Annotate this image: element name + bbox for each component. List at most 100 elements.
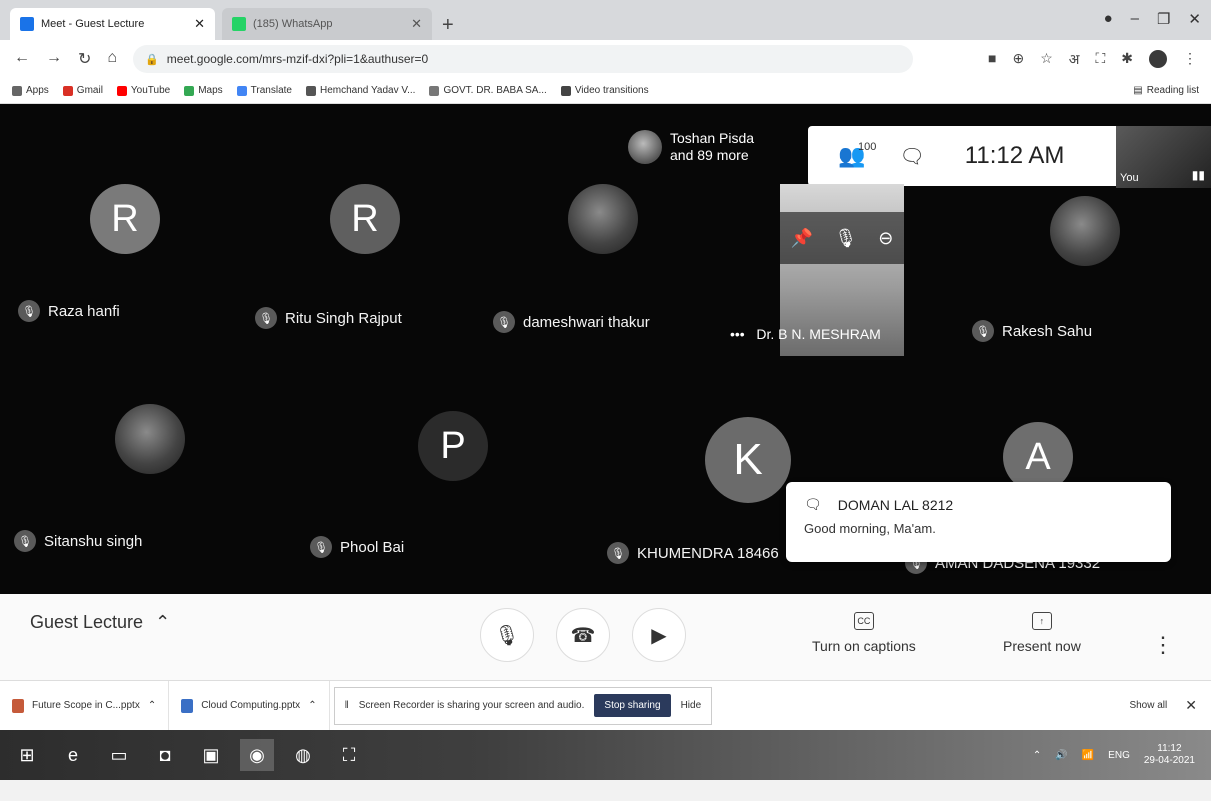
home-icon[interactable]: ⌂ bbox=[107, 49, 117, 69]
bookmark-item[interactable]: Gmail bbox=[62, 85, 103, 96]
new-tab-plus-icon[interactable]: + bbox=[442, 14, 454, 37]
bookmark-item[interactable]: Hemchand Yadav V... bbox=[306, 85, 415, 96]
screen-capture-icon[interactable]: ⛶ bbox=[1095, 50, 1105, 69]
meet-control-bar: Guest Lecture ⌃ 🎙 ☎ ▶ CC Turn on caption… bbox=[0, 594, 1211, 680]
close-download-bar-icon[interactable]: ✕ bbox=[1185, 697, 1197, 714]
screen-recorder-taskbar-icon[interactable]: ⛶ bbox=[332, 739, 366, 771]
captions-button[interactable]: CC Turn on captions bbox=[812, 612, 916, 654]
pin-icon[interactable]: 📌 bbox=[791, 228, 813, 249]
reading-list[interactable]: ▤ Reading list bbox=[1133, 85, 1199, 96]
present-now-button[interactable]: ↑ Present now bbox=[1003, 612, 1081, 654]
bookmark-favicon-icon bbox=[62, 85, 73, 96]
participant-name-label: 🎙 KHUMENDRA 18466 bbox=[607, 542, 779, 564]
zoom-icon[interactable]: ⊕ bbox=[1012, 50, 1024, 69]
extensions-puzzle-icon[interactable]: ✱ bbox=[1121, 50, 1133, 69]
bookmark-item[interactable]: Video transitions bbox=[560, 85, 649, 96]
bookmark-favicon-icon bbox=[116, 85, 127, 96]
participant-avatar bbox=[1050, 196, 1120, 266]
tab-close-icon[interactable]: ✕ bbox=[411, 16, 422, 32]
windows-start-icon[interactable]: ⊞ bbox=[10, 739, 44, 771]
tray-clock[interactable]: 11:12 29-04-2021 bbox=[1144, 743, 1195, 767]
download-item[interactable]: Cloud Computing.pptx ⌃ bbox=[169, 680, 330, 731]
bookmark-star-icon[interactable]: ☆ bbox=[1040, 50, 1053, 69]
bookmark-label: Video transitions bbox=[574, 85, 649, 96]
profile-icon[interactable]: ● bbox=[1104, 10, 1113, 28]
bookmarks-bar: Apps Gmail YouTube Maps Translate Hemchand Ya… bbox=[0, 78, 1211, 104]
recorder-text: Screen Recorder is sharing your screen a… bbox=[358, 700, 585, 711]
translate-icon[interactable]: अ bbox=[1069, 50, 1080, 69]
muted-mic-icon: 🎙 bbox=[310, 536, 332, 558]
camera-indicator-icon[interactable]: ■ bbox=[988, 50, 996, 69]
people-button[interactable]: 👥 100 bbox=[838, 141, 876, 169]
participant-name-label: 🎙 Rakesh Sahu bbox=[972, 320, 1092, 342]
tray-up-arrow-icon[interactable]: ⌃ bbox=[1033, 750, 1041, 761]
pinned-video-tile[interactable]: 📌 🎙 ⊖ ••• Dr. B N. MESHRAM bbox=[730, 184, 904, 356]
back-arrow-icon[interactable]: ← bbox=[14, 49, 30, 69]
participant-name: Rakesh Sahu bbox=[1002, 322, 1093, 340]
self-label: You bbox=[1120, 172, 1139, 184]
volume-icon[interactable]: 🔊 bbox=[1055, 750, 1067, 761]
show-all-area: Show all ✕ bbox=[1129, 697, 1197, 714]
stop-sharing-button[interactable]: Stop sharing bbox=[594, 694, 671, 717]
participant-name: dameshwari thakur bbox=[523, 313, 650, 331]
pptx-file-icon bbox=[181, 698, 194, 713]
hide-button[interactable]: Hide bbox=[681, 700, 702, 711]
present-label: Present now bbox=[1003, 638, 1081, 654]
edge-icon[interactable]: ◍ bbox=[286, 739, 320, 771]
tab-whatsapp[interactable]: (185) WhatsApp ✕ bbox=[222, 8, 432, 40]
self-view-tile[interactable]: You ▮▮ bbox=[1116, 126, 1211, 188]
chevron-up-icon[interactable]: ⌃ bbox=[308, 700, 316, 711]
download-item[interactable]: Future Scope in C...pptx ⌃ bbox=[0, 680, 170, 731]
file-explorer-icon[interactable]: ▭ bbox=[102, 739, 136, 771]
network-icon[interactable]: 📶 bbox=[1082, 750, 1094, 761]
pptx-file-icon bbox=[12, 698, 24, 713]
close-window-icon[interactable]: ✕ bbox=[1188, 10, 1201, 28]
minimize-icon[interactable]: – bbox=[1131, 10, 1139, 28]
tab-close-icon[interactable]: ✕ bbox=[194, 16, 205, 32]
tab-title: (185) WhatsApp bbox=[253, 18, 333, 30]
reading-list-label: Reading list bbox=[1146, 85, 1199, 96]
bookmark-item[interactable]: YouTube bbox=[116, 85, 170, 96]
chevron-up-icon[interactable]: ⌃ bbox=[148, 700, 156, 711]
internet-explorer-icon[interactable]: e bbox=[56, 739, 90, 771]
camera-button[interactable]: ▶ bbox=[632, 608, 686, 662]
forward-arrow-icon[interactable]: → bbox=[46, 49, 62, 69]
leave-call-button[interactable]: ☎ bbox=[556, 608, 610, 662]
bookmark-item[interactable]: Translate bbox=[236, 85, 292, 96]
chat-notification-toast[interactable]: 🗨 DOMAN LAL 8212 Good morning, Ma'am. bbox=[786, 482, 1171, 562]
participant-name-label: 🎙 Phool Bai bbox=[310, 536, 404, 558]
participant-avatar: K bbox=[705, 417, 791, 503]
captions-label: Turn on captions bbox=[812, 638, 916, 654]
more-options-kebab-icon[interactable]: ⋮ bbox=[1152, 632, 1174, 658]
participant-name-label: 🎙 dameshwari thakur bbox=[493, 311, 650, 333]
meeting-details-button[interactable]: Guest Lecture ⌃ bbox=[30, 612, 170, 633]
profile-avatar-icon[interactable] bbox=[1149, 49, 1167, 68]
monitor-app-icon[interactable]: ▣ bbox=[194, 739, 228, 771]
bookmark-item[interactable]: Maps bbox=[184, 85, 223, 96]
mic-icon[interactable]: 🎙 bbox=[834, 228, 857, 249]
reading-list-icon: ▤ bbox=[1133, 85, 1143, 96]
keyboard-language[interactable]: ENG bbox=[1108, 750, 1130, 761]
tab-meet[interactable]: Meet - Guest Lecture ✕ bbox=[10, 8, 215, 40]
video-camera-icon: ▶ bbox=[651, 624, 667, 647]
url-field[interactable]: 🔒 meet.google.com/mrs-mzif-dxi?pli=1&aut… bbox=[133, 45, 914, 73]
show-all-button[interactable]: Show all bbox=[1129, 700, 1167, 711]
reload-icon[interactable]: ↻ bbox=[78, 49, 91, 69]
chrome-taskbar-icon[interactable]: ◉ bbox=[240, 739, 274, 771]
remove-icon[interactable]: ⊖ bbox=[878, 228, 893, 249]
microphone-button[interactable]: 🎙 bbox=[480, 608, 534, 662]
address-toolbar: ← → ↻ ⌂ 🔒 meet.google.com/mrs-mzif-dxi?p… bbox=[0, 40, 1211, 78]
more-options-icon[interactable]: ••• bbox=[730, 326, 745, 342]
participant-name: Sitanshu singh bbox=[44, 532, 143, 550]
chat-icon[interactable]: 🗨 bbox=[899, 144, 924, 169]
bookmark-item[interactable]: Apps bbox=[12, 85, 49, 96]
menu-kebab-icon[interactable]: ⋮ bbox=[1183, 50, 1197, 69]
bookmark-label: Maps bbox=[198, 85, 223, 96]
maximize-icon[interactable]: ❐ bbox=[1157, 10, 1170, 28]
meeting-name: Guest Lecture bbox=[30, 612, 144, 632]
bookmark-item[interactable]: GOVT. DR. BABA SA... bbox=[429, 85, 547, 96]
present-icon: ↑ bbox=[1031, 612, 1052, 630]
speaker-summary: Toshan Pisda and 89 more bbox=[628, 130, 754, 164]
office-icon[interactable]: ◘ bbox=[148, 739, 182, 771]
browser-tab-strip: Meet - Guest Lecture ✕ (185) WhatsApp ✕ … bbox=[0, 0, 1211, 40]
